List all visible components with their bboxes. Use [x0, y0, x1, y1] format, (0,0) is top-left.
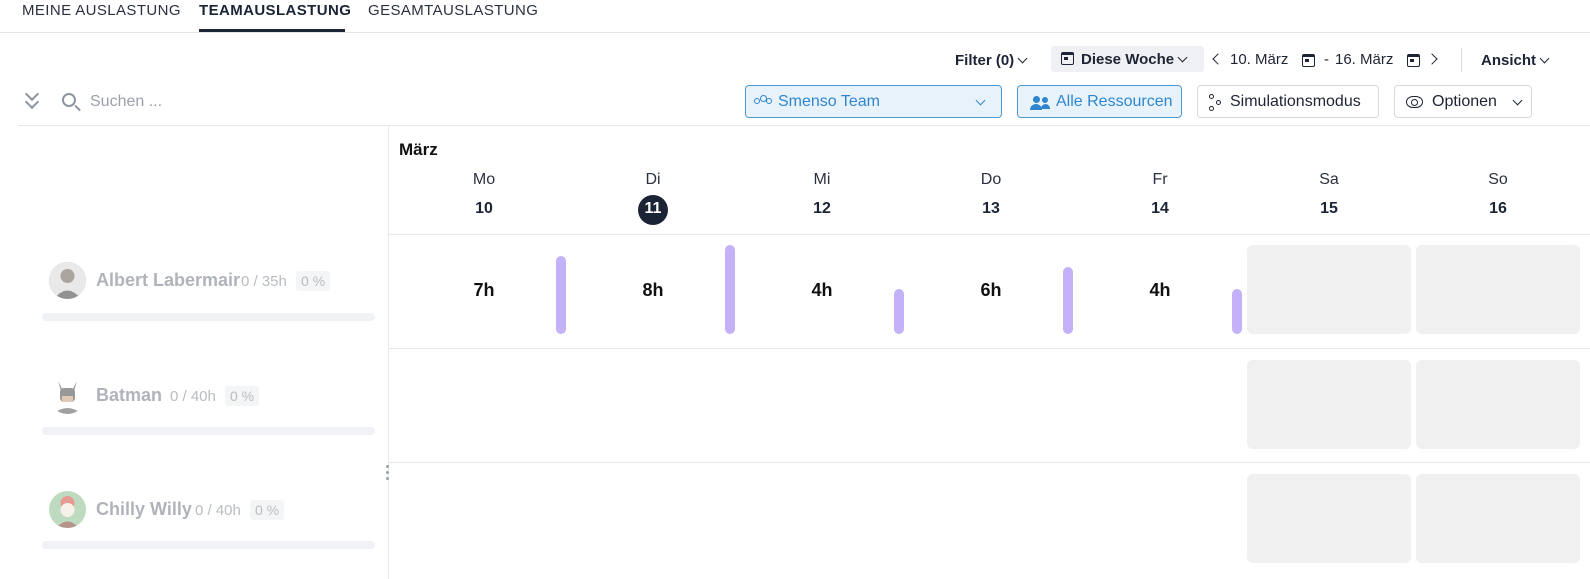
weekend-cell	[1247, 474, 1411, 563]
weekend-cell	[1247, 245, 1411, 334]
eye-icon	[1406, 96, 1423, 108]
all-resources-button[interactable]: Alle Ressourcen	[1017, 85, 1182, 118]
load-bar	[894, 289, 904, 334]
tab-meine-auslastung[interactable]: MEINE AUSLASTUNG	[22, 2, 181, 19]
day-name: Di	[645, 171, 661, 188]
load-bar	[556, 256, 566, 334]
resource-name[interactable]: Chilly Willy	[96, 499, 192, 520]
day-number: 12	[813, 200, 831, 217]
resource-percent: 0 %	[225, 386, 260, 406]
column-divider	[388, 126, 389, 579]
toolbar-divider	[1461, 48, 1462, 72]
chevron-down-icon	[975, 95, 986, 106]
team-select[interactable]: Smenso Team	[745, 85, 1002, 118]
day-name: Mo	[472, 171, 496, 188]
next-week-icon[interactable]	[1426, 53, 1438, 65]
users-icon	[1030, 96, 1050, 110]
options-button[interactable]: Optionen	[1394, 85, 1532, 118]
day-hours: 7h	[473, 280, 495, 300]
resource-percent: 0 %	[296, 271, 331, 291]
tab-gesamtauslastung[interactable]: GESAMTAUSLASTUNG	[368, 2, 538, 19]
day-number-today: 11	[644, 200, 662, 217]
month-label: März	[399, 140, 438, 159]
options-label: Optionen	[1432, 93, 1497, 110]
header-divider	[18, 125, 1590, 126]
resource-utilization-bar	[42, 313, 375, 321]
load-bar	[725, 245, 735, 334]
resource-utilization-bar	[42, 427, 375, 435]
weekend-cell	[1416, 360, 1580, 449]
day-number: 14	[1151, 200, 1169, 217]
tab-bar: MEINE AUSLASTUNG TEAMAUSLASTUNG GESAMTAU…	[0, 0, 1590, 33]
search-input[interactable]	[90, 90, 390, 114]
view-label: Ansicht	[1481, 52, 1537, 69]
filter-button[interactable]: Filter (0)	[955, 52, 1028, 80]
team-icon	[754, 95, 772, 109]
row-divider	[388, 462, 1590, 463]
date-from[interactable]: 10. März	[1230, 51, 1288, 79]
chevron-down-icon	[1512, 95, 1523, 106]
day-name: So	[1488, 171, 1508, 188]
simulation-mode-button[interactable]: Simulationsmodus	[1197, 85, 1379, 118]
branch-icon	[1209, 94, 1223, 112]
weekend-cell	[1247, 360, 1411, 449]
date-to-label: 16. März	[1335, 51, 1394, 68]
row-divider	[388, 234, 1590, 235]
view-button[interactable]: Ansicht	[1481, 52, 1550, 80]
resize-handle[interactable]	[386, 465, 390, 483]
resource-hours: 0 / 40h	[170, 388, 216, 405]
calendar-from-icon[interactable]	[1302, 54, 1315, 67]
simulation-mode-label: Simulationsmodus	[1230, 93, 1361, 110]
team-select-value: Smenso Team	[778, 93, 880, 110]
resource-utilization-bar	[42, 541, 375, 549]
previous-week-icon[interactable]	[1212, 53, 1224, 65]
date-to[interactable]: 16. März	[1335, 51, 1393, 79]
row-divider	[388, 348, 1590, 349]
avatar	[49, 377, 86, 414]
calendar-to-icon[interactable]	[1407, 54, 1420, 67]
calendar-icon	[1061, 52, 1074, 65]
load-bar	[1063, 267, 1073, 334]
resource-name[interactable]: Batman	[96, 385, 162, 406]
chevron-down-icon	[1539, 53, 1550, 64]
day-name: Do	[980, 171, 1002, 188]
load-bar	[1232, 289, 1242, 334]
resource-hours: 0 / 40h	[195, 502, 241, 519]
day-hours: 4h	[1149, 280, 1171, 300]
weekend-cell	[1416, 245, 1580, 334]
day-number: 13	[982, 200, 1000, 217]
resource-hours: 0 / 35h	[241, 273, 287, 290]
day-name: Mi	[813, 171, 831, 188]
day-name: Sa	[1319, 171, 1339, 188]
chevron-down-icon	[1017, 53, 1028, 64]
day-hours: 8h	[642, 280, 664, 300]
day-number: 15	[1320, 200, 1338, 217]
collapse-all-icon[interactable]	[24, 86, 40, 111]
week-select-button[interactable]: Diese Woche	[1051, 46, 1204, 72]
filter-label: Filter (0)	[955, 52, 1015, 69]
day-number: 10	[475, 200, 493, 217]
weekend-cell	[1416, 474, 1580, 563]
search-icon	[62, 93, 76, 107]
avatar	[49, 491, 86, 528]
tab-teamauslastung[interactable]: TEAMAUSLASTUNG	[199, 2, 351, 19]
chevron-down-icon	[1177, 52, 1188, 63]
day-number: 16	[1489, 200, 1507, 217]
day-hours: 4h	[811, 280, 833, 300]
date-from-label: 10. März	[1230, 51, 1289, 68]
week-label: Diese Woche	[1081, 51, 1175, 68]
all-resources-label: Alle Ressourcen	[1056, 93, 1173, 110]
active-tab-indicator	[199, 29, 345, 32]
day-hours: 6h	[980, 280, 1002, 300]
resource-name[interactable]: Albert Labermair	[96, 270, 240, 291]
resource-percent: 0 %	[250, 500, 285, 520]
avatar	[49, 262, 86, 299]
date-separator: -	[1324, 51, 1329, 68]
day-name: Fr	[1152, 171, 1168, 188]
